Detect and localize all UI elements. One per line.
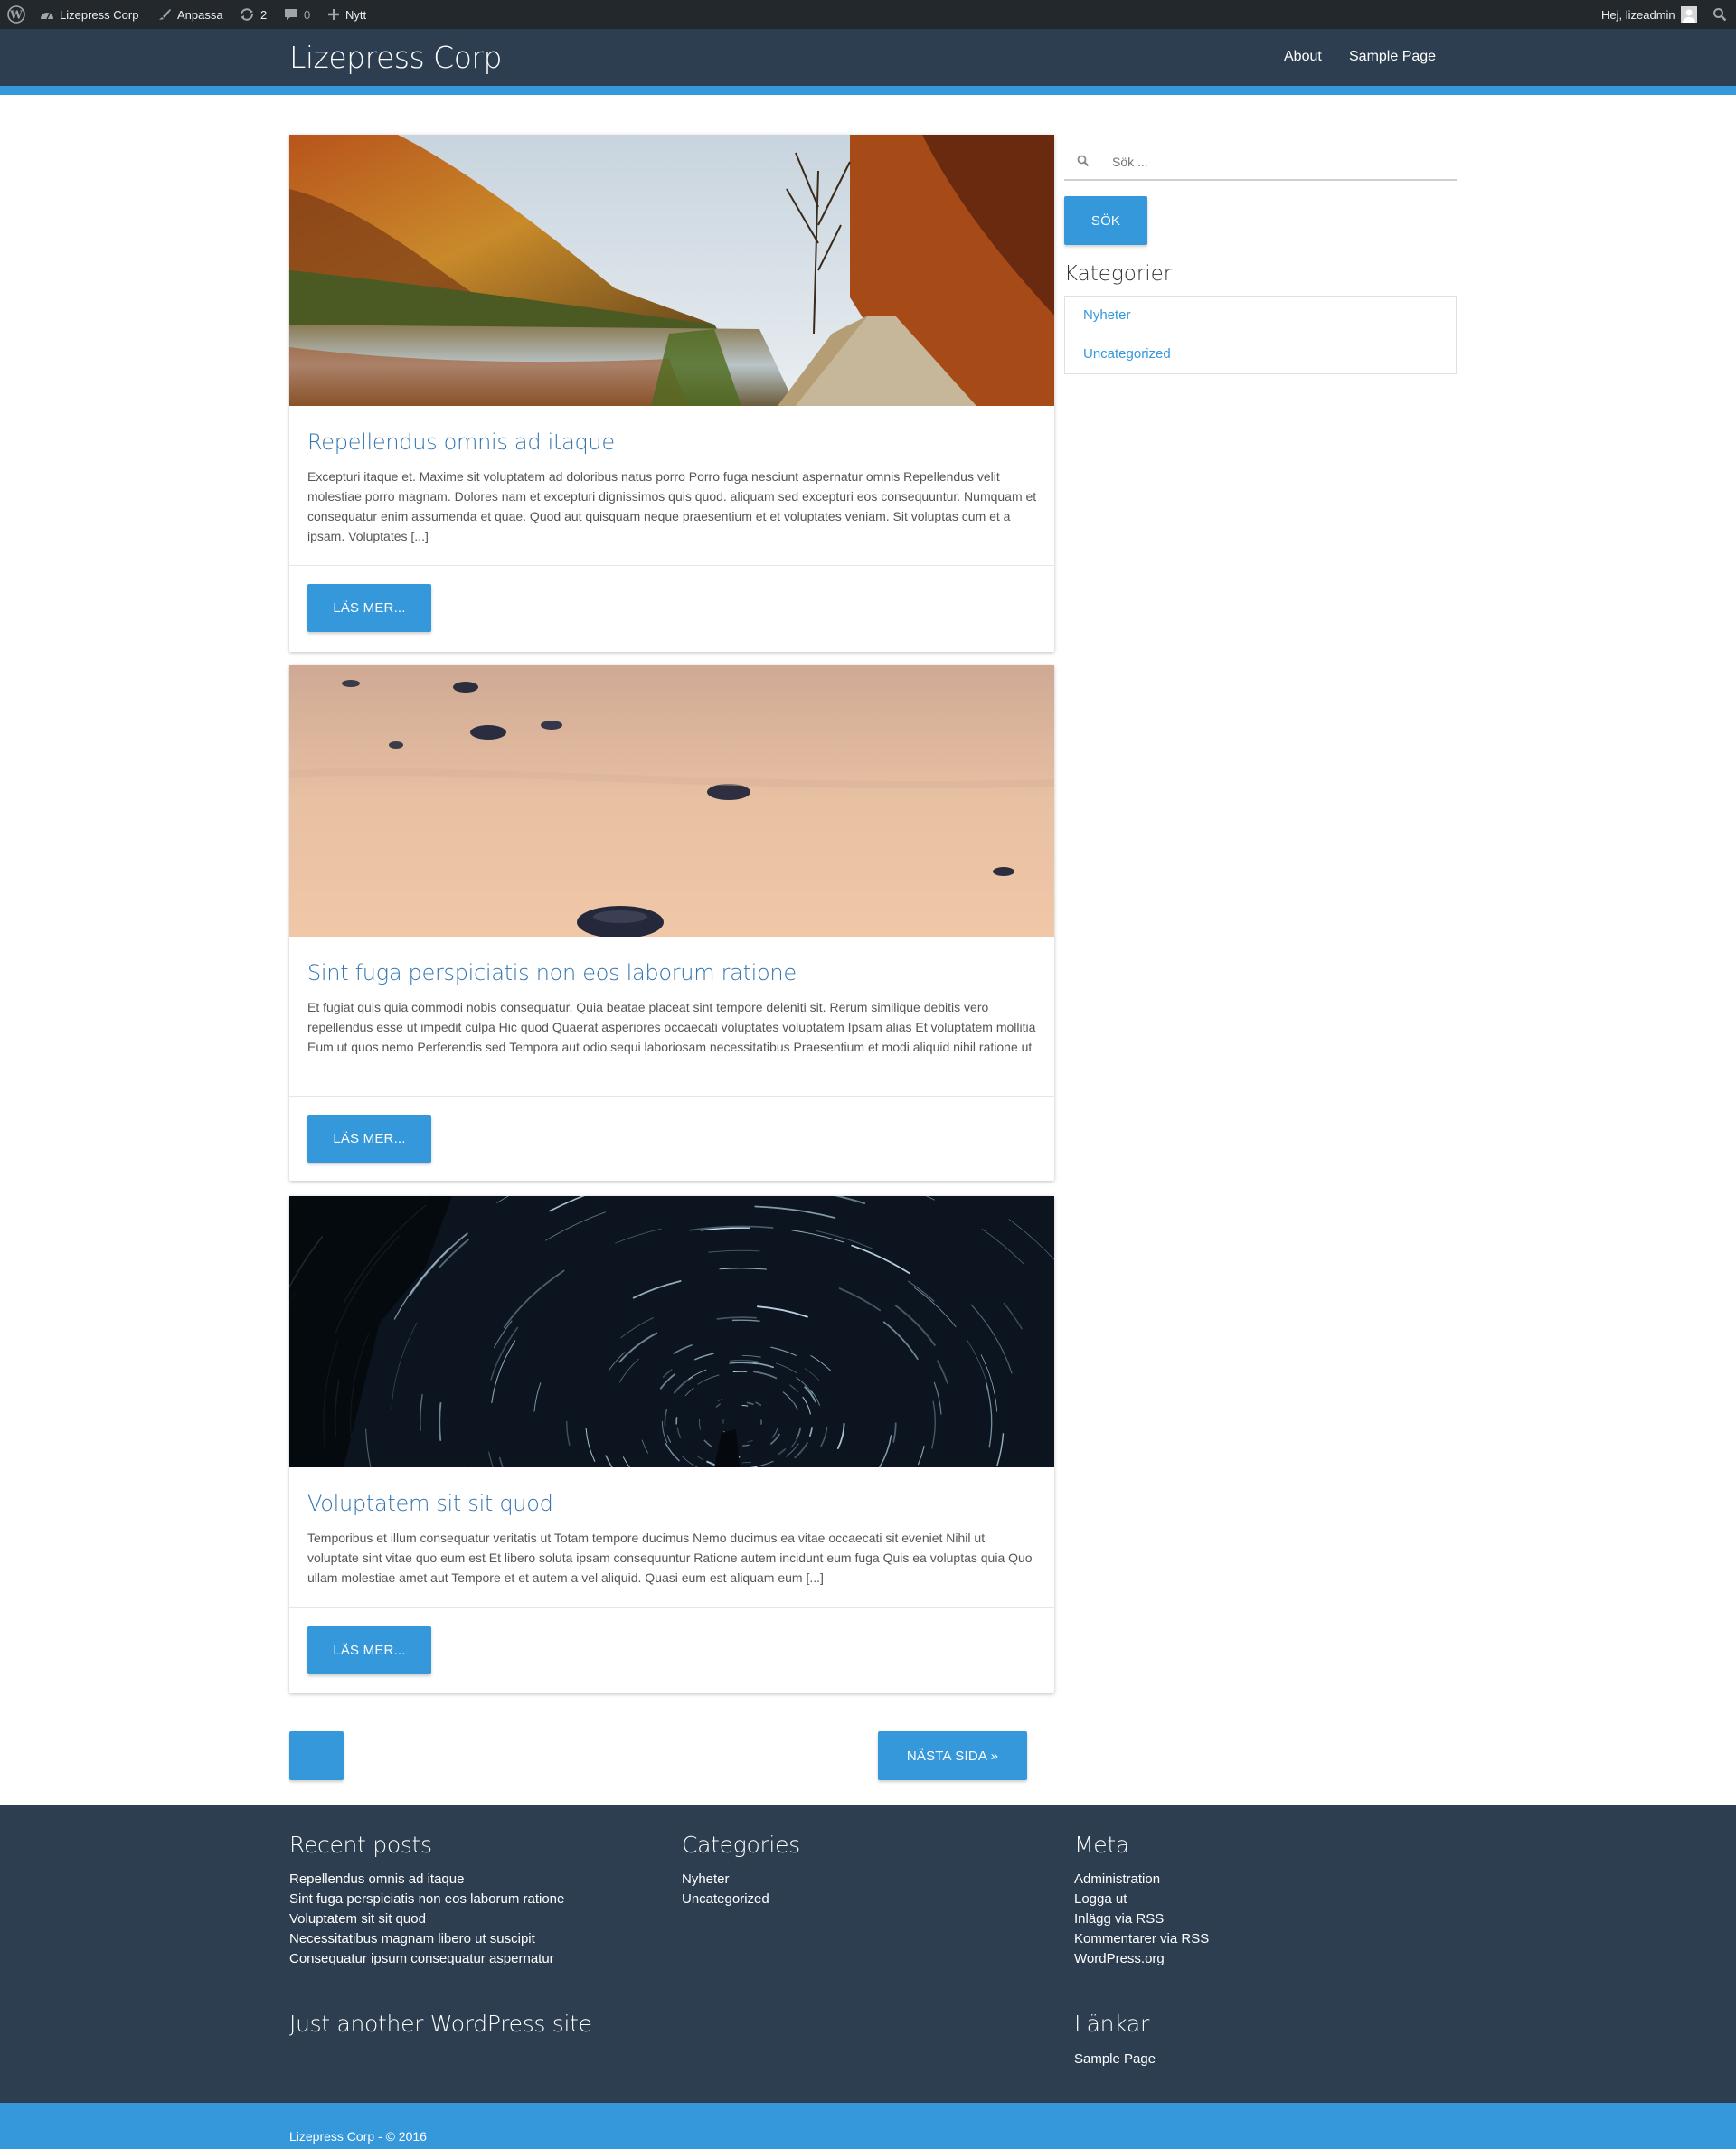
search-underline — [1064, 179, 1457, 181]
adminbar-new-label: Nytt — [345, 7, 367, 22]
adminbar-search-icon[interactable] — [1712, 0, 1727, 29]
footer-meta-link[interactable]: Kommentarer via RSS — [1074, 1929, 1209, 1949]
divider — [289, 1096, 1054, 1097]
post-title[interactable]: Sint fuga perspiciatis non eos laborum r… — [307, 960, 797, 985]
adminbar-account[interactable]: Hej, lizeadmin — [1601, 0, 1697, 29]
footer-meta-list: Administration Logga ut Inlägg via RSS K… — [1074, 1870, 1209, 1969]
sidebar-categories-title: Kategorier — [1064, 262, 1173, 286]
svg-text:W: W — [9, 9, 23, 22]
footer-category-link[interactable]: Nyheter — [682, 1870, 769, 1890]
adminbar-greeting: Hej, lizeadmin — [1601, 7, 1675, 22]
avatar — [1680, 6, 1697, 23]
read-more-button[interactable]: LÄS MER... — [307, 584, 431, 632]
brush-icon — [157, 7, 172, 22]
sidebar-category-nyheter[interactable]: Nyheter — [1064, 296, 1457, 335]
search-icon — [1077, 155, 1090, 172]
read-more-button[interactable]: LÄS MER... — [307, 1115, 431, 1163]
previous-page-button[interactable] — [289, 1731, 344, 1780]
footer-bottom-bar: Lizepress Corp - © 2016 — [0, 2103, 1736, 2149]
footer-meta-link[interactable]: Logga ut — [1074, 1890, 1209, 1909]
admin-bar: W Lizepress Corp Anpassa 2 0 Nytt Hej, l… — [0, 0, 1736, 29]
footer-links-title: Länkar — [1074, 2011, 1149, 2037]
adminbar-customize-label: Anpassa — [177, 7, 223, 22]
footer-link-sample-page[interactable]: Sample Page — [1074, 2050, 1156, 2069]
footer-categories-list: Nyheter Uncategorized — [682, 1870, 769, 1909]
post-card: Sint fuga perspiciatis non eos laborum r… — [289, 665, 1054, 1181]
divider — [289, 1607, 1054, 1608]
nav-item-about[interactable]: About — [1284, 49, 1322, 65]
post-thumbnail-autumn-lake[interactable] — [289, 135, 1054, 406]
site-header — [0, 29, 1736, 86]
footer-recent-posts-title: Recent posts — [289, 1832, 432, 1858]
footer-recent-post-link[interactable]: Voluptatem sit sit quod — [289, 1909, 564, 1929]
footer-meta-title: Meta — [1074, 1832, 1129, 1858]
post-card: Repellendus omnis ad itaque Excepturi it… — [289, 135, 1054, 652]
footer-recent-post-link[interactable]: Sint fuga perspiciatis non eos laborum r… — [289, 1890, 564, 1909]
footer-category-link[interactable]: Uncategorized — [682, 1890, 769, 1909]
copyright: Lizepress Corp - © 2016 — [289, 2129, 427, 2144]
updates-count: 2 — [260, 7, 268, 22]
search-button[interactable]: SÖK — [1064, 196, 1147, 245]
header-accent-line — [0, 86, 1736, 95]
nav-item-sample-page[interactable]: Sample Page — [1349, 49, 1436, 65]
post-title[interactable]: Voluptatem sit sit quod — [307, 1491, 553, 1516]
footer-recent-posts-list: Repellendus omnis ad itaque Sint fuga pe… — [289, 1870, 564, 1969]
adminbar-updates-link[interactable]: 2 — [239, 0, 267, 29]
footer-meta-link[interactable]: Administration — [1074, 1870, 1209, 1890]
adminbar-site-link[interactable]: Lizepress Corp — [40, 0, 138, 29]
search-input[interactable] — [1112, 148, 1456, 175]
wordpress-logo-icon[interactable]: W — [7, 0, 25, 29]
footer-recent-post-link[interactable]: Necessitatibus magnam libero ut suscipit — [289, 1929, 564, 1949]
plus-icon — [327, 8, 340, 21]
post-excerpt: Temporibus et illum consequatur veritati… — [307, 1531, 1033, 1585]
post-excerpt: Et fugiat quis quia commodi nobis conseq… — [307, 1000, 1036, 1054]
footer-tagline: Just another WordPress site — [289, 2011, 592, 2037]
post-title[interactable]: Repellendus omnis ad itaque — [307, 429, 615, 455]
comments-count: 0 — [304, 7, 311, 22]
adminbar-customize-link[interactable]: Anpassa — [157, 0, 223, 29]
read-more-button[interactable]: LÄS MER... — [307, 1626, 431, 1674]
post-thumbnail-sand-pebbles[interactable] — [289, 665, 1054, 937]
post-card: Voluptatem sit sit quod Temporibus et il… — [289, 1196, 1054, 1693]
updates-icon — [239, 7, 255, 22]
adminbar-new-link[interactable]: Nytt — [327, 0, 366, 29]
footer-meta-link[interactable]: Inlägg via RSS — [1074, 1909, 1209, 1929]
dashboard-icon — [40, 8, 54, 21]
next-page-button[interactable]: NÄSTA SIDA » — [878, 1731, 1027, 1780]
adminbar-site-label: Lizepress Corp — [60, 7, 139, 22]
post-excerpt: Excepturi itaque et. Maxime sit voluptat… — [307, 469, 1037, 543]
adminbar-comments-link[interactable]: 0 — [284, 0, 310, 29]
footer-recent-post-link[interactable]: Consequatur ipsum consequatur aspernatur — [289, 1949, 564, 1969]
footer-recent-post-link[interactable]: Repellendus omnis ad itaque — [289, 1870, 564, 1890]
footer-meta-link[interactable]: WordPress.org — [1074, 1949, 1209, 1969]
comment-icon — [284, 7, 298, 22]
site-footer: Recent posts Repellendus omnis ad itaque… — [0, 1805, 1736, 2103]
footer-categories-title: Categories — [682, 1832, 800, 1858]
divider — [289, 565, 1054, 566]
site-title[interactable]: Lizepress Corp — [289, 40, 502, 75]
post-thumbnail-star-trails[interactable] — [289, 1196, 1054, 1467]
footer-links-list: Sample Page — [1074, 2050, 1156, 2069]
sidebar-category-uncategorized[interactable]: Uncategorized — [1064, 335, 1457, 374]
